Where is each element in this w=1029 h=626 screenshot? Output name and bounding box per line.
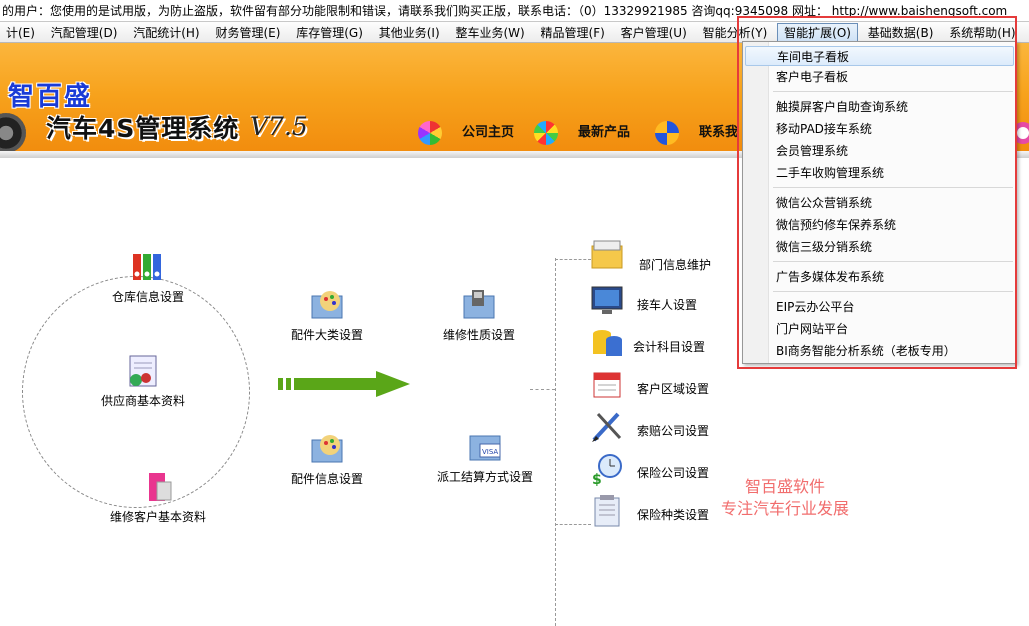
menu-vehicle-business[interactable]: 整车业务(W): [449, 24, 530, 42]
dropdown-item-portal[interactable]: 门户网站平台: [745, 319, 1014, 339]
connector-line: [555, 524, 591, 525]
warehouse-settings-node[interactable]: 仓库信息设置: [88, 250, 208, 305]
dropdown-item-bi-analysis[interactable]: BI商务智能分析系统（老板专用）: [745, 341, 1014, 361]
dropdown-separator: [773, 261, 1013, 262]
dropdown-separator: [773, 187, 1013, 188]
dropdown-item-mobile-pad[interactable]: 移动PAD接车系统: [745, 119, 1014, 139]
nav-latest-products[interactable]: 最新产品: [534, 121, 630, 145]
database-icon: [593, 330, 622, 356]
dropdown-item-touchscreen-query[interactable]: 触摸屏客户自助查询系统: [745, 97, 1014, 117]
palette-folder-icon: [308, 432, 346, 466]
notepad-icon: [594, 495, 620, 527]
repair-type-node[interactable]: 维修性质设置: [436, 288, 522, 343]
menu-boutique[interactable]: 精品管理(F): [535, 24, 611, 42]
menu-bar: 计(E) 汽配管理(D) 汽配统计(H) 财务管理(E) 库存管理(G) 其他业…: [0, 22, 1029, 43]
svg-text:$: $: [592, 472, 602, 486]
tire-icon: [0, 113, 26, 153]
dropdown-item-wechat-booking[interactable]: 微信预约修车保养系统: [745, 215, 1014, 235]
connector-line: [530, 389, 555, 390]
settings-bracket: [555, 258, 567, 626]
flow-arrow: [278, 371, 410, 397]
svg-text:VISA: VISA: [482, 448, 498, 456]
parts-category-node[interactable]: 配件大类设置: [284, 288, 370, 343]
menu-parts-management[interactable]: 汽配管理(D): [45, 24, 124, 42]
supplier-profile-node[interactable]: 供应商基本资料: [78, 354, 208, 409]
menu-finance[interactable]: 财务管理(E): [209, 24, 286, 42]
title-bar: 的用户：您使用的是试用版，为防止盗版，软件留有部分功能限制和错误，请联系我们购买…: [0, 0, 1029, 22]
flower-icon: [534, 121, 558, 145]
smart-extension-dropdown: 车间电子看板 客户电子看板 触摸屏客户自助查询系统 移动PAD接车系统 会员管理…: [742, 41, 1017, 364]
dropdown-item-wechat-distribution[interactable]: 微信三级分销系统: [745, 237, 1014, 257]
dropdown-item-wechat-marketing[interactable]: 微信公众营销系统: [745, 193, 1014, 213]
menu-parts-statistics[interactable]: 汽配统计(H): [127, 24, 205, 42]
menu-smart-extension[interactable]: 智能扩展(O): [777, 23, 858, 42]
pen-tools-icon: [592, 412, 622, 442]
menu-inventory[interactable]: 库存管理(G): [290, 24, 369, 42]
dropdown-separator: [773, 91, 1013, 92]
repair-customer-profile-node[interactable]: 维修客户基本资料: [84, 470, 232, 525]
card-folder-icon: VISA: [466, 430, 504, 464]
connector-line: [555, 259, 591, 260]
dropdown-item-workshop-board[interactable]: 车间电子看板: [745, 46, 1014, 66]
dropdown-item-used-car[interactable]: 二手车收购管理系统: [745, 163, 1014, 183]
nav-company-home[interactable]: 公司主页: [418, 121, 514, 145]
pinwheel-icon: [418, 121, 442, 145]
menu-customer[interactable]: 客户管理(U): [615, 24, 693, 42]
menu-stats[interactable]: 计(E): [0, 24, 41, 42]
dropdown-item-ad-media[interactable]: 广告多媒体发布系统: [745, 267, 1014, 287]
dropdown-item-eip-cloud[interactable]: EIP云办公平台: [745, 297, 1014, 317]
parts-info-node[interactable]: 配件信息设置: [284, 432, 370, 487]
calendar-icon: [593, 372, 621, 398]
customer-folder-icon: [139, 470, 177, 504]
monitor-icon: [591, 286, 623, 314]
menu-other-business[interactable]: 其他业务(I): [373, 24, 446, 42]
binders-icon: [129, 250, 167, 284]
dropdown-item-membership[interactable]: 会员管理系统: [745, 141, 1014, 161]
nav-contact-us[interactable]: 联系我: [655, 121, 738, 145]
dropdown-separator: [773, 291, 1013, 292]
dropdown-item-customer-board[interactable]: 客户电子看板: [745, 67, 1014, 87]
palette-folder-icon: [308, 288, 346, 322]
trial-notice: 的用户：您使用的是试用版，为防止盗版，软件留有部分功能限制和错误，请联系我们购买…: [2, 4, 1008, 18]
money-clock-icon: $: [592, 454, 622, 486]
swirl-icon: [655, 121, 679, 145]
supplier-icon: [124, 354, 162, 388]
dispatch-settlement-node[interactable]: VISA 派工结算方式设置: [430, 430, 540, 485]
repair-folder-icon: [460, 288, 498, 322]
promo-slogan: 智百盛软件 专注汽车行业发展: [720, 477, 849, 518]
folder-icon: [591, 240, 623, 269]
app-version: V7.5: [250, 112, 308, 141]
brand-logo: 智百盛: [8, 82, 93, 112]
app-title: 汽车4S管理系统: [46, 114, 240, 143]
